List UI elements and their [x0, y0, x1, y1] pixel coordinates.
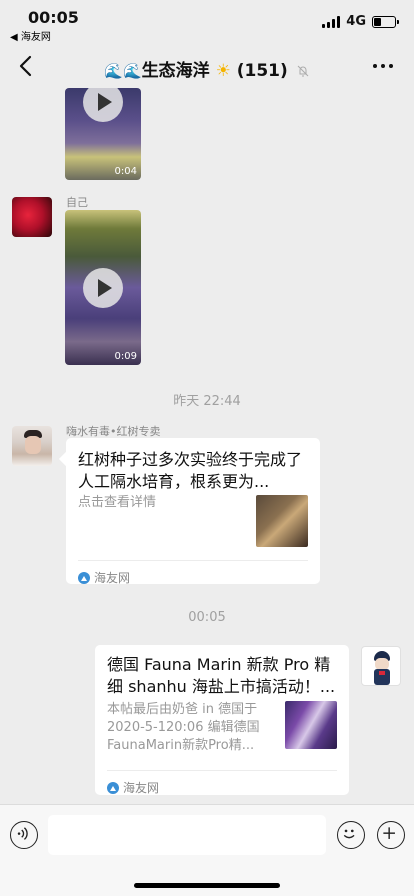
battery-fill — [374, 17, 381, 26]
sun-emoji: ☀ — [215, 61, 231, 81]
card-source-label: 海友网 — [123, 781, 160, 795]
mute-bell-icon — [297, 65, 309, 77]
sender-name: 自己 — [66, 196, 88, 209]
card-thumbnail — [256, 495, 308, 547]
link-card[interactable]: 红树种子过多次实验终于完成了人工隔水培育，根系更为... 点击查看详情 海友网 — [66, 438, 320, 586]
status-time: 00:05 — [28, 8, 79, 27]
chat-header: 🌊🌊生态海洋 ☀ (151) — [0, 44, 414, 88]
sender-name: 嗨水有毒•红树专卖 — [66, 425, 161, 438]
video-message[interactable]: 0:04 — [65, 88, 141, 180]
card-thumbnail — [285, 701, 337, 749]
video-message[interactable]: 0:09 — [65, 210, 141, 365]
card-title: 红树种子过多次实验终于完成了人工隔水培育，根系更为... — [78, 450, 303, 491]
play-icon[interactable] — [83, 268, 123, 308]
avatar[interactable] — [12, 426, 52, 466]
voice-icon[interactable] — [10, 821, 38, 849]
video-duration: 0:04 — [114, 166, 137, 177]
status-indicators: 4G — [322, 14, 399, 29]
video-duration: 0:09 — [114, 351, 137, 362]
member-count: (151) — [236, 61, 288, 81]
avatar[interactable] — [12, 197, 52, 237]
plus-icon[interactable] — [377, 821, 405, 849]
source-logo-icon — [78, 571, 90, 584]
avatar[interactable] — [361, 646, 401, 686]
more-icon[interactable] — [372, 57, 394, 75]
link-card[interactable]: 德国 Fauna Marin 新款 Pro 精细 shanhu 海盐上市搞活动！… — [95, 645, 349, 795]
emoji-icon[interactable] — [337, 821, 365, 849]
home-indicator — [134, 883, 280, 888]
message-timestamp: 昨天 22:44 — [173, 394, 241, 409]
source-logo-icon — [107, 781, 119, 794]
status-bar: 00:05 ◀ 海友网 4G — [0, 0, 414, 44]
network-label: 4G — [346, 14, 366, 29]
card-source: 海友网 — [107, 770, 337, 796]
card-title: 德国 Fauna Marin 新款 Pro 精细 shanhu 海盐上市搞活动！… — [107, 655, 336, 696]
chat-title[interactable]: 🌊🌊生态海洋 ☀ (151) — [0, 56, 414, 81]
message-timestamp: 00:05 — [188, 610, 226, 625]
back-to-app-link[interactable]: ◀ 海友网 — [10, 28, 51, 43]
input-bar — [0, 804, 414, 896]
card-description: 本帖最后由奶爸 in 德国于 2020-5-120:06 编辑德国 FaunaM… — [107, 702, 260, 753]
card-source: 海友网 — [78, 560, 308, 586]
wave-emoji: 🌊🌊 — [104, 62, 142, 80]
battery-icon — [372, 15, 399, 28]
message-input[interactable] — [48, 815, 326, 855]
group-name: 生态海洋 — [141, 61, 210, 81]
signal-icon — [322, 15, 341, 28]
card-description: 点击查看详情 — [78, 495, 157, 510]
card-source-label: 海友网 — [94, 571, 131, 585]
